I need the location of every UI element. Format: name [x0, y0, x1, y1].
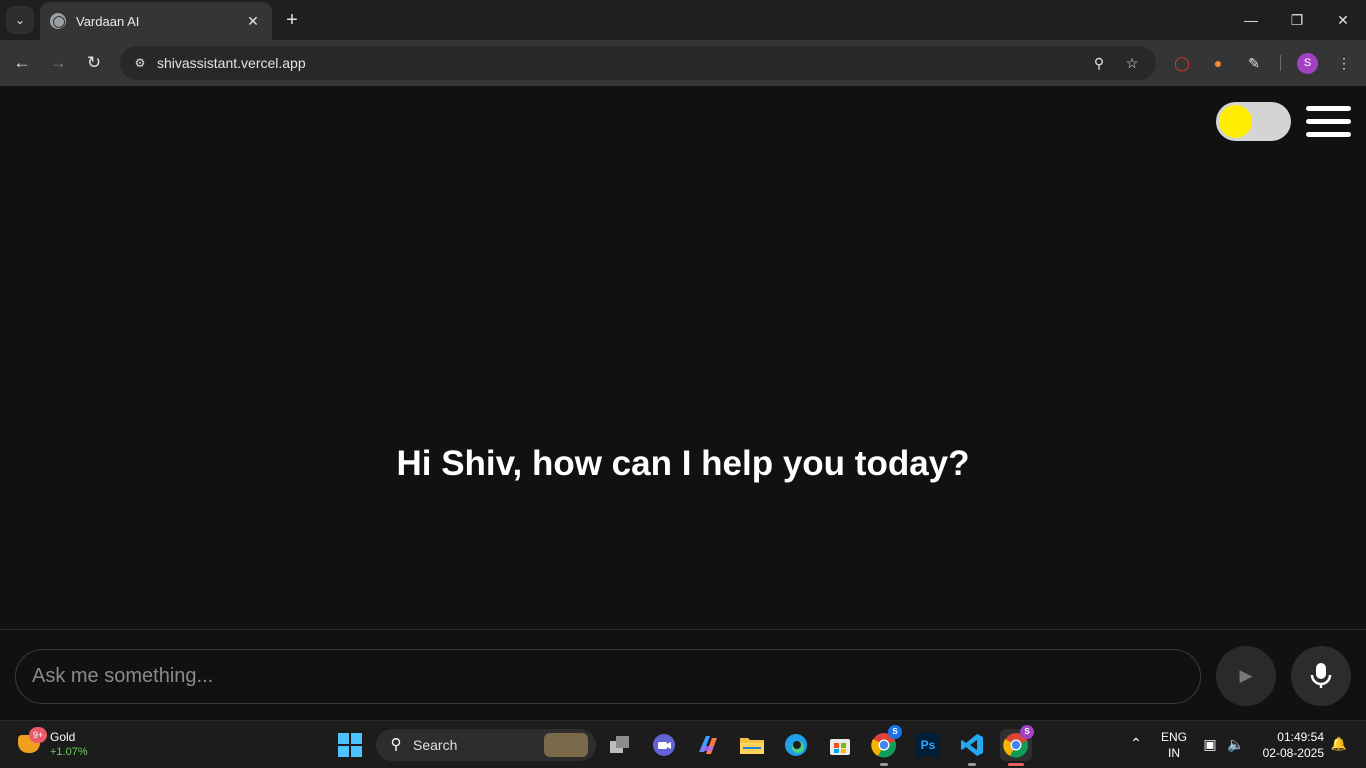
running-indicator: [880, 763, 888, 766]
hamburger-menu-icon[interactable]: [1306, 106, 1351, 138]
start-button[interactable]: [338, 733, 362, 757]
taskbar-search-label: Search: [413, 737, 458, 753]
greeting-heading: Hi Shiv, how can I help you today?: [396, 444, 970, 483]
clock[interactable]: 01:49:54 02-08-2025: [1254, 729, 1324, 761]
language-region: IN: [1168, 746, 1180, 760]
toolbar-divider: [1280, 55, 1281, 71]
teams-meet-icon[interactable]: [648, 729, 680, 761]
task-view-glyph: [610, 736, 629, 753]
send-button[interactable]: ▶: [1216, 646, 1276, 706]
network-icon[interactable]: ▣: [1200, 734, 1220, 754]
chrome-profile-badge: S: [1020, 725, 1034, 739]
weather-widget[interactable]: 9+ Gold +1.07%: [16, 727, 106, 763]
copilot-glyph: [699, 736, 717, 754]
minimize-icon[interactable]: —: [1239, 8, 1263, 32]
zoom-icon[interactable]: ⚲: [1088, 52, 1110, 74]
vscode-icon[interactable]: [956, 729, 988, 766]
address-bar[interactable]: ⚙ shivassistant.vercel.app ⚲ ☆: [120, 46, 1156, 80]
site-settings-icon[interactable]: ⚙: [128, 51, 152, 75]
more-menu-icon[interactable]: ⋮: [1333, 52, 1355, 74]
reload-icon[interactable]: ↻: [82, 51, 106, 75]
tray-overflow-chevron-icon[interactable]: ⌃: [1126, 733, 1146, 753]
close-window-icon[interactable]: ✕: [1331, 8, 1355, 32]
windows-taskbar: 9+ Gold +1.07% ⚲ Search S Ps S ⌃ ENG IN …: [0, 720, 1366, 768]
folder-glyph: [740, 738, 764, 754]
tab-title: Vardaan AI: [76, 13, 140, 29]
clock-time: 01:49:54: [1277, 730, 1324, 744]
extension-drop-icon[interactable]: ●: [1207, 52, 1229, 74]
active-indicator: [1008, 763, 1024, 766]
menu-bar: [1306, 106, 1351, 111]
tab-search-button[interactable]: ⌄: [6, 6, 34, 34]
vscode-glyph: [961, 734, 983, 756]
language-indicator[interactable]: ENG IN: [1158, 729, 1190, 761]
app-page: Hi Shiv, how can I help you today? ▶: [0, 86, 1366, 720]
photoshop-glyph: Ps: [916, 733, 940, 757]
clock-date: 02-08-2025: [1262, 746, 1324, 760]
back-arrow-icon[interactable]: ←: [10, 51, 34, 75]
chat-input[interactable]: [15, 649, 1201, 704]
browser-tab-active[interactable]: Vardaan AI ✕: [40, 2, 272, 40]
windows-logo-icon: [351, 733, 362, 744]
url-text[interactable]: shivassistant.vercel.app: [157, 55, 306, 71]
browser-toolbar: ← → ↻ ⚙ shivassistant.vercel.app ⚲ ☆ ◯ ●…: [0, 40, 1366, 86]
edge-icon[interactable]: [780, 729, 812, 761]
widget-change: +1.07%: [50, 746, 88, 758]
chevron-down-icon: ⌄: [14, 13, 26, 27]
language-code: ENG: [1160, 730, 1187, 744]
chrome-icon[interactable]: S: [868, 725, 902, 766]
chrome-active-icon[interactable]: S: [1000, 725, 1034, 766]
windows-logo-icon: [351, 746, 362, 757]
microphone-button[interactable]: [1291, 646, 1351, 706]
store-glyph: [830, 739, 850, 755]
windows-logo-icon: [338, 733, 349, 744]
meet-glyph: [653, 734, 675, 756]
taskbar-search[interactable]: ⚲ Search: [376, 729, 596, 761]
browser-tabstrip: ⌄ Vardaan AI ✕ + — ❐ ✕: [0, 0, 1366, 40]
theme-toggle[interactable]: [1216, 102, 1291, 141]
microphone-icon: [1310, 663, 1332, 688]
search-icon: ⚲: [390, 736, 402, 753]
windows-logo-icon: [338, 746, 349, 757]
copilot-icon[interactable]: [692, 729, 724, 761]
play-send-icon: ▶: [1239, 666, 1253, 685]
new-tab-button[interactable]: +: [282, 9, 302, 31]
task-view-icon[interactable]: [604, 729, 636, 761]
running-indicator: [968, 763, 976, 766]
forward-arrow-icon[interactable]: →: [46, 51, 70, 75]
edge-glyph: [785, 734, 807, 756]
globe-icon: [50, 13, 66, 29]
volume-icon[interactable]: 🔈: [1226, 734, 1246, 754]
widget-title: Gold: [50, 730, 76, 744]
chrome-profile-badge: S: [888, 725, 902, 739]
bookmark-star-icon[interactable]: ☆: [1121, 52, 1143, 74]
profile-avatar[interactable]: S: [1297, 53, 1318, 74]
menu-bar: [1306, 132, 1351, 137]
microsoft-store-icon[interactable]: [824, 729, 856, 761]
widget-badge: 9+: [29, 727, 47, 743]
search-highlight-image: [544, 733, 588, 757]
theme-toggle-knob: [1219, 105, 1252, 138]
restore-icon[interactable]: ❐: [1285, 8, 1309, 32]
extension-record-icon[interactable]: ◯: [1171, 52, 1193, 74]
menu-bar: [1306, 119, 1351, 124]
extensions-puzzle-icon[interactable]: ✎: [1243, 52, 1265, 74]
photoshop-icon[interactable]: Ps: [912, 729, 944, 761]
close-tab-icon[interactable]: ✕: [244, 13, 262, 30]
file-explorer-icon[interactable]: [736, 729, 768, 761]
chat-input-bar: ▶: [0, 629, 1366, 720]
notification-bell-icon[interactable]: 🔔: [1330, 734, 1348, 754]
